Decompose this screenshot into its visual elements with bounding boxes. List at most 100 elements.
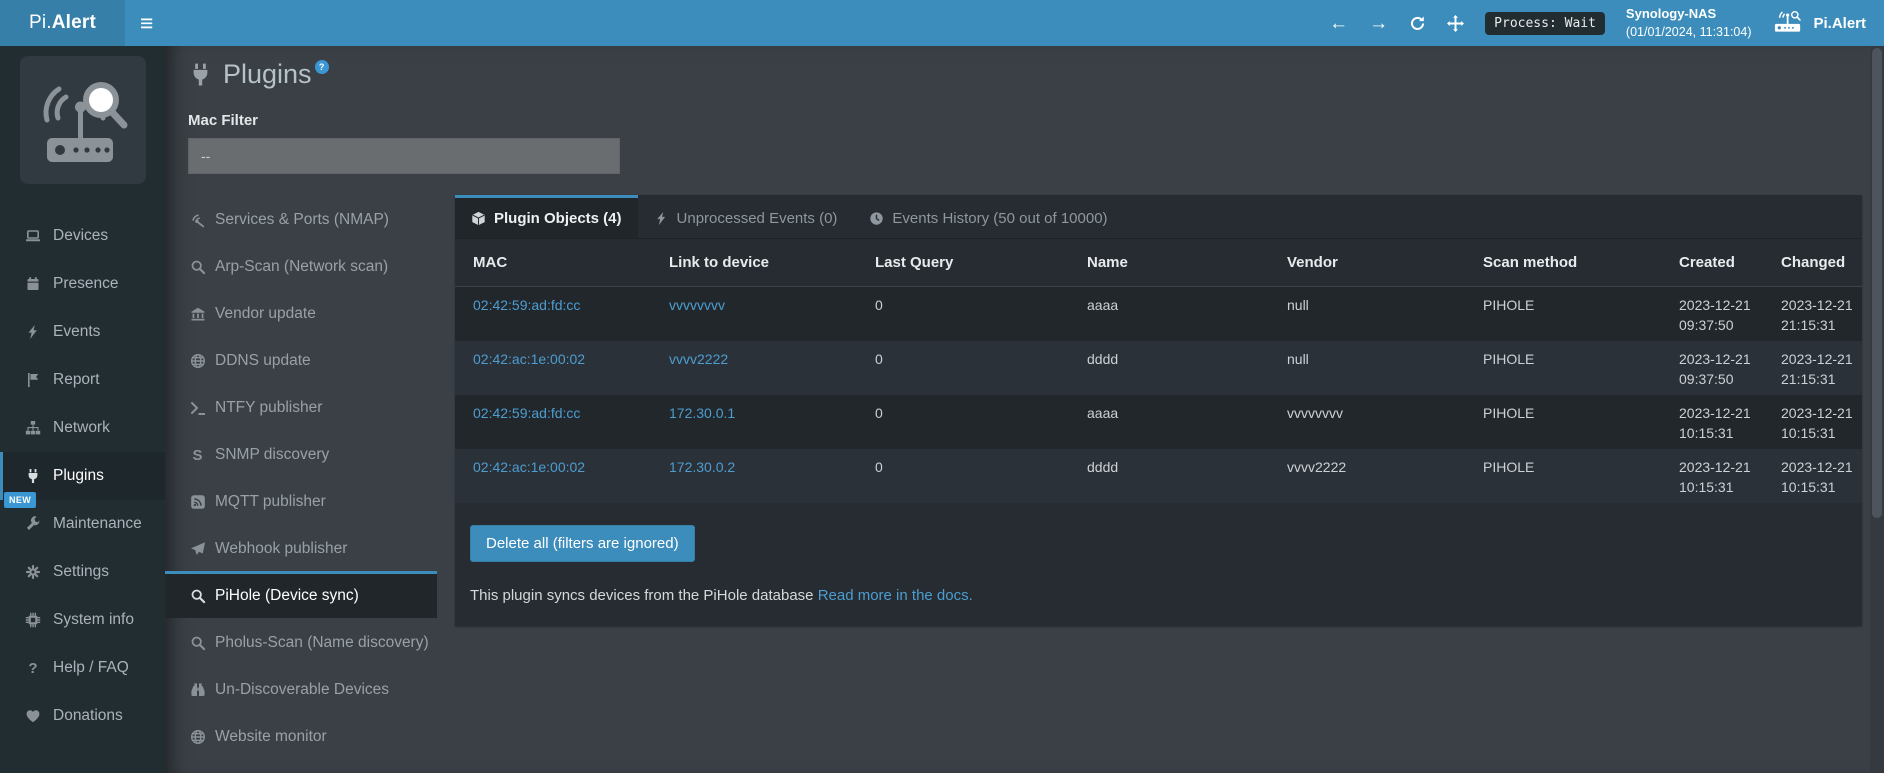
sidebar-item-report[interactable]: Report bbox=[0, 356, 165, 404]
created-cell: 2023-12-21 09:37:50 bbox=[1661, 287, 1763, 342]
plug-icon bbox=[188, 62, 213, 92]
sidebar-item-events[interactable]: Events bbox=[0, 308, 165, 356]
sidebar-item-label: Plugins bbox=[53, 467, 104, 485]
search-icon bbox=[188, 635, 207, 651]
vendor-cell: null bbox=[1269, 287, 1465, 342]
plugin-nav-website-monitor[interactable]: Website monitor bbox=[165, 712, 437, 759]
process-status-badge: Process: Wait bbox=[1485, 12, 1605, 35]
globe-icon bbox=[188, 729, 207, 745]
search-icon bbox=[188, 588, 207, 604]
plugin-nav-webhook-publisher[interactable]: Webhook publisher bbox=[165, 524, 437, 571]
tab-unprocessed-events[interactable]: Unprocessed Events (0) bbox=[638, 195, 854, 238]
sidebar-item-network[interactable]: Network bbox=[0, 404, 165, 452]
sidebar-item-label: Report bbox=[53, 371, 100, 389]
last-query-cell: 0 bbox=[857, 341, 1069, 395]
name-cell: aaaa bbox=[1069, 287, 1269, 342]
router-scan-icon bbox=[1772, 9, 1805, 38]
satellite-dish-icon bbox=[188, 212, 207, 228]
device-link[interactable]: vvvvvvvv bbox=[669, 297, 725, 313]
mac-filter-label: Mac Filter bbox=[188, 112, 1884, 129]
arrow-right-icon[interactable]: → bbox=[1369, 14, 1388, 33]
tab-events-history[interactable]: Events History (50 out of 10000) bbox=[853, 195, 1123, 238]
plugin-nav-mqtt-publisher[interactable]: MQTT publisher bbox=[165, 477, 437, 524]
chip-icon bbox=[24, 612, 42, 628]
vendor-cell: vvvvvvvv bbox=[1269, 395, 1465, 449]
column-header-link: Link to device bbox=[651, 239, 857, 287]
tab-plugin-objects[interactable]: Plugin Objects (4) bbox=[455, 195, 638, 238]
mac-filter-input[interactable] bbox=[188, 138, 620, 174]
column-header-scan-method: Scan method bbox=[1465, 239, 1661, 287]
docs-link[interactable]: Read more in the docs. bbox=[818, 587, 973, 604]
changed-cell: 2023-12-21 10:15:31 bbox=[1763, 395, 1862, 449]
gear-icon bbox=[24, 564, 42, 580]
plugin-nav-snmp-discovery[interactable]: S SNMP discovery bbox=[165, 430, 437, 477]
sidebar-item-label: Help / FAQ bbox=[53, 659, 129, 677]
name-cell: aaaa bbox=[1069, 395, 1269, 449]
sidebar-item-devices[interactable]: Devices bbox=[0, 212, 165, 260]
brand-logo[interactable]: Pi.Alert bbox=[0, 0, 125, 46]
cube-icon bbox=[471, 211, 486, 226]
scan-method-cell: PIHOLE bbox=[1465, 395, 1661, 449]
plugin-nav-label: NTFY publisher bbox=[215, 399, 322, 417]
mac-link[interactable]: 02:42:ac:1e:00:02 bbox=[473, 459, 585, 475]
page-title-block: Plugins ? bbox=[188, 58, 1884, 92]
top-header-bar: Pi.Alert ≡ ← → Process: Wait Synology-NA… bbox=[0, 0, 1884, 46]
table-row: 02:42:59:ad:fd:cc vvvvvvvv 0 aaaa null P… bbox=[455, 287, 1862, 342]
plugin-nav-undiscoverable-devices[interactable]: Un-Discoverable Devices bbox=[165, 665, 437, 712]
page-scrollbar[interactable] bbox=[1870, 46, 1884, 773]
mac-link[interactable]: 02:42:59:ad:fd:cc bbox=[473, 297, 580, 313]
last-query-cell: 0 bbox=[857, 287, 1069, 342]
plugin-nav-label: DDNS update bbox=[215, 352, 311, 370]
changed-cell: 2023-12-21 21:15:31 bbox=[1763, 287, 1862, 342]
table-header-row: MAC Link to device Last Query Name Vendo… bbox=[455, 239, 1862, 287]
host-timestamp: (01/01/2024, 11:31:04) bbox=[1626, 25, 1752, 39]
device-link[interactable]: 172.30.0.2 bbox=[669, 459, 735, 475]
brand-prefix: Pi. bbox=[29, 12, 52, 34]
move-icon[interactable] bbox=[1447, 15, 1464, 32]
sidebar-item-maintenance[interactable]: NEW Maintenance bbox=[0, 500, 165, 548]
refresh-icon[interactable] bbox=[1409, 15, 1426, 32]
plugin-nav-ntfy-publisher[interactable]: NTFY publisher bbox=[165, 383, 437, 430]
mqtt-rss-icon bbox=[188, 494, 207, 510]
sidebar-item-label: Donations bbox=[53, 707, 123, 725]
globe-icon bbox=[188, 353, 207, 369]
plugin-nav-label: PiHole (Device sync) bbox=[215, 587, 359, 605]
plugin-nav-pholus-scan[interactable]: Pholus-Scan (Name discovery) bbox=[165, 618, 437, 665]
content-wrapper: Plugins ? Mac Filter Services & Ports (N… bbox=[165, 46, 1884, 773]
mac-link[interactable]: 02:42:ac:1e:00:02 bbox=[473, 351, 585, 367]
pialert-logo bbox=[20, 56, 146, 184]
hamburger-menu-icon[interactable]: ≡ bbox=[140, 12, 153, 35]
plugin-nav-vendor-update[interactable]: Vendor update bbox=[165, 289, 437, 336]
sidebar-item-presence[interactable]: Presence bbox=[0, 260, 165, 308]
plugin-nav-label: Un-Discoverable Devices bbox=[215, 681, 389, 699]
delete-all-button[interactable]: Delete all (filters are ignored) bbox=[470, 525, 695, 562]
clock-icon bbox=[869, 211, 884, 226]
tab-label: Events History (50 out of 10000) bbox=[892, 210, 1107, 227]
plugin-nav-ddns-update[interactable]: DDNS update bbox=[165, 336, 437, 383]
plugin-nav-arp-scan[interactable]: Arp-Scan (Network scan) bbox=[165, 242, 437, 289]
wrench-icon bbox=[24, 516, 42, 532]
device-link[interactable]: 172.30.0.1 bbox=[669, 405, 735, 421]
plugin-nav-label: Webhook publisher bbox=[215, 540, 347, 558]
scrollbar-thumb[interactable] bbox=[1872, 48, 1882, 518]
created-cell: 2023-12-21 10:15:31 bbox=[1661, 449, 1763, 503]
plugin-nav-services-ports[interactable]: Services & Ports (NMAP) bbox=[165, 195, 437, 242]
tab-bar: Plugin Objects (4) Unprocessed Events (0… bbox=[455, 195, 1862, 239]
sidebar-item-system-info[interactable]: System info bbox=[0, 596, 165, 644]
column-header-changed: Changed bbox=[1763, 239, 1862, 287]
heart-icon bbox=[24, 708, 42, 724]
changed-cell: 2023-12-21 10:15:31 bbox=[1763, 449, 1862, 503]
tab-label: Unprocessed Events (0) bbox=[677, 210, 838, 227]
arrow-left-icon[interactable]: ← bbox=[1329, 14, 1348, 33]
sidebar: Devices Presence Events Report Network P… bbox=[0, 46, 165, 773]
device-link[interactable]: vvvv2222 bbox=[669, 351, 728, 367]
mac-link[interactable]: 02:42:59:ad:fd:cc bbox=[473, 405, 580, 421]
new-badge: NEW bbox=[4, 492, 36, 508]
sidebar-item-donations[interactable]: Donations bbox=[0, 692, 165, 740]
sidebar-item-help-faq[interactable]: ? Help / FAQ bbox=[0, 644, 165, 692]
help-badge-icon[interactable]: ? bbox=[315, 60, 329, 74]
last-query-cell: 0 bbox=[857, 449, 1069, 503]
plugin-nav-pihole-device-sync[interactable]: PiHole (Device sync) bbox=[165, 571, 437, 618]
sidebar-item-settings[interactable]: Settings bbox=[0, 548, 165, 596]
created-cell: 2023-12-21 10:15:31 bbox=[1661, 395, 1763, 449]
